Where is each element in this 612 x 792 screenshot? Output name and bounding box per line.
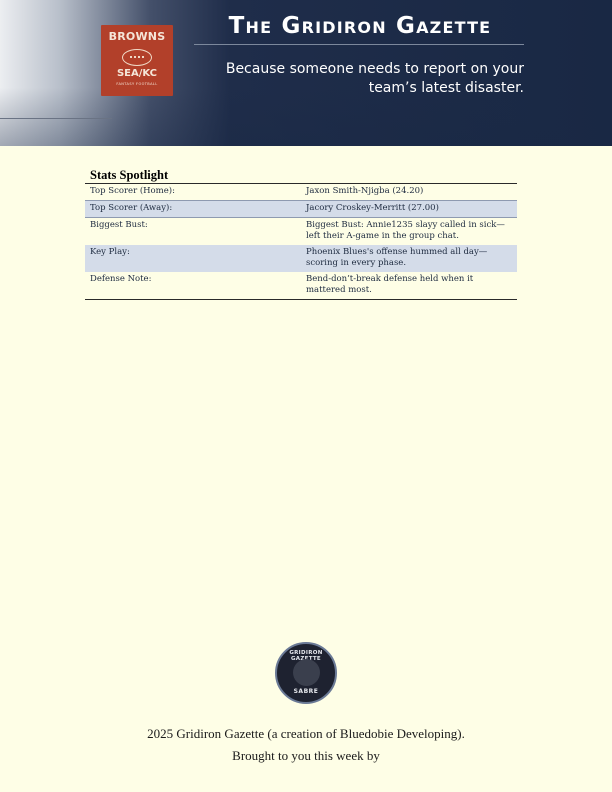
- row-label: Biggest Bust:: [85, 217, 301, 245]
- stats-spotlight: Stats Spotlight Top Scorer (Home): Jaxon…: [85, 168, 517, 300]
- subtitle-line-1: Because someone needs to report on your: [225, 61, 524, 77]
- stats-table: Top Scorer (Home): Jaxon Smith-Njigba (2…: [85, 183, 517, 300]
- row-label: Key Play:: [85, 245, 301, 272]
- subtitle-line-2: team’s latest disaster.: [368, 80, 524, 96]
- row-value: Phoenix Blues's offense hummed all day—s…: [301, 245, 517, 272]
- newsletter-subtitle: Because someone needs to report on your …: [194, 60, 524, 98]
- newsletter-title: The Gridiron Gazette: [228, 13, 492, 39]
- row-value: Biggest Bust: Annie1235 slayy called in …: [301, 217, 517, 245]
- title-divider: [194, 44, 524, 45]
- table-row: Biggest Bust: Biggest Bust: Annie1235 sl…: [85, 217, 517, 245]
- row-label: Top Scorer (Home):: [90, 186, 175, 196]
- row-label: Top Scorer (Away):: [85, 200, 301, 218]
- dog-emblem-icon: [293, 659, 320, 686]
- logo-tagline: FANTASY FOOTBALL: [116, 82, 158, 86]
- team-logo: BROWNS SEA/KC FANTASY FOOTBALL: [101, 25, 173, 96]
- footer-sponsor-line: Brought to you this week by: [232, 748, 380, 763]
- table-row: Key Play: Phoenix Blues's offense hummed…: [85, 245, 517, 272]
- logo-top-text: BROWNS: [108, 30, 166, 43]
- football-lace-icon: [130, 56, 144, 58]
- row-value: Jaxon Smith-Njigba (24.20): [306, 186, 424, 196]
- stats-spotlight-title: Stats Spotlight: [90, 168, 169, 182]
- masthead-corner-line: [0, 118, 112, 146]
- row-value: Bend-don’t-break defense held when it ma…: [306, 274, 474, 295]
- table-row: Top Scorer (Away): Jacory Croskey-Merrit…: [85, 200, 517, 218]
- row-value: Jacory Croskey-Merritt (27.00): [301, 200, 517, 218]
- masthead: BROWNS SEA/KC FANTASY FOOTBALL The Gridi…: [0, 0, 612, 146]
- row-label: Defense Note:: [90, 274, 152, 284]
- gazette-seal: GRIDIRON GAZETTE SABRE: [275, 642, 337, 704]
- logo-bottom-text: SEA/KC: [116, 68, 158, 79]
- footer-credit: 2025 Gridiron Gazette (a creation of Blu…: [147, 726, 465, 741]
- table-row: Top Scorer (Home): Jaxon Smith-Njigba (2…: [85, 184, 517, 201]
- table-row: Defense Note: Bend-don’t-break defense h…: [85, 272, 517, 300]
- seal-bottom-text: SABRE: [293, 688, 319, 695]
